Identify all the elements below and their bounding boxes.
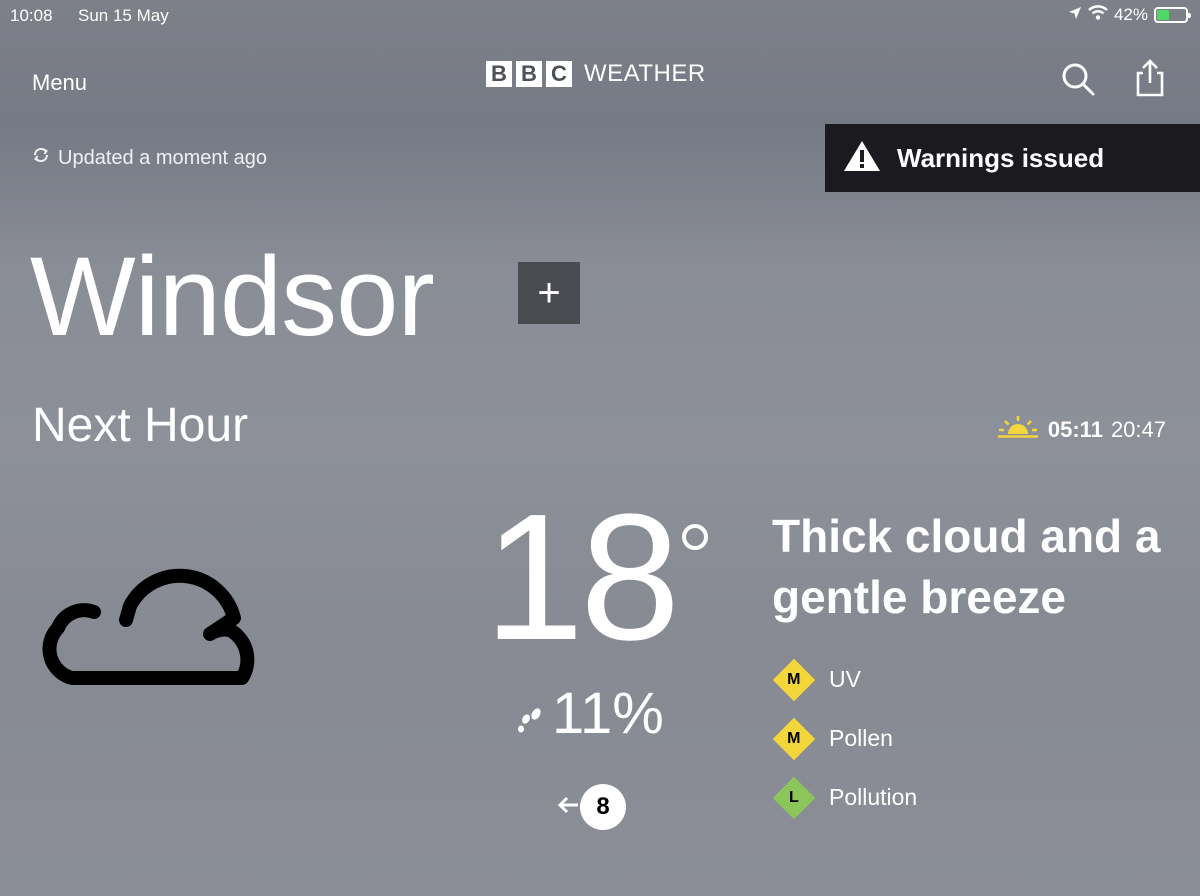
status-date: Sun 15 May <box>78 6 169 25</box>
warnings-label: Warnings issued <box>897 142 1105 173</box>
index-item-uv[interactable]: M UV <box>772 650 917 709</box>
environment-indices: M UV M Pollen L Pollution <box>772 650 917 827</box>
warning-icon <box>843 139 881 178</box>
logo-letter: B <box>516 61 542 87</box>
wifi-icon <box>1088 5 1108 25</box>
share-icon <box>1133 58 1167 103</box>
degree-symbol <box>682 524 708 550</box>
logo-letter: B <box>486 61 512 87</box>
rain-chance: 11% <box>516 680 664 747</box>
level-badge: L <box>772 776 816 819</box>
battery-percent: 42% <box>1113 5 1148 24</box>
sunrise-icon <box>996 414 1040 446</box>
weather-description: Thick cloud and a gentle breeze <box>772 510 1161 623</box>
logo-letter: C <box>546 61 572 87</box>
sunrise-time: 05:11 <box>1047 417 1103 442</box>
thick-cloud-icon <box>30 548 290 691</box>
share-button[interactable] <box>1130 58 1170 103</box>
forecast-period: Next Hour <box>32 399 249 452</box>
menu-button[interactable]: Menu <box>32 70 87 96</box>
warnings-button[interactable]: Warnings issued <box>825 124 1200 192</box>
hour-selector[interactable]: 8 <box>556 784 626 830</box>
arrow-left-icon[interactable] <box>556 793 580 822</box>
sunset-time: 20:47 <box>1110 417 1166 442</box>
temperature: 18 <box>484 477 680 678</box>
location-arrow-icon <box>1068 5 1082 25</box>
rain-chance-value: 11% <box>552 681 664 746</box>
index-item-pollution[interactable]: L Pollution <box>772 768 917 827</box>
search-icon <box>1060 61 1096 102</box>
updated-text: Updated a moment ago <box>58 146 268 169</box>
index-label: Pollution <box>829 784 918 810</box>
bbc-weather-logo: B B C WEATHER <box>486 60 706 88</box>
index-item-pollen[interactable]: M Pollen <box>772 709 917 768</box>
refresh-icon <box>32 146 50 170</box>
index-label: Pollen <box>829 725 893 751</box>
raindrops-icon <box>516 680 546 747</box>
location-title: Windsor <box>30 234 435 359</box>
battery-icon <box>1154 7 1191 23</box>
hour-badge[interactable]: 8 <box>580 784 626 830</box>
logo-text: WEATHER <box>584 60 706 87</box>
add-location-button[interactable]: + <box>518 262 580 324</box>
status-time: 10:08 <box>10 6 53 25</box>
search-button[interactable] <box>1058 61 1098 101</box>
battery-level <box>1157 10 1169 20</box>
updated-status[interactable]: Updated a moment ago <box>32 146 267 170</box>
index-label: UV <box>829 666 861 692</box>
sun-times: 05:11 20:47 <box>996 414 1166 446</box>
status-indicators: 42% <box>1068 5 1191 25</box>
level-badge: M <box>772 717 816 760</box>
level-badge: M <box>772 658 816 701</box>
